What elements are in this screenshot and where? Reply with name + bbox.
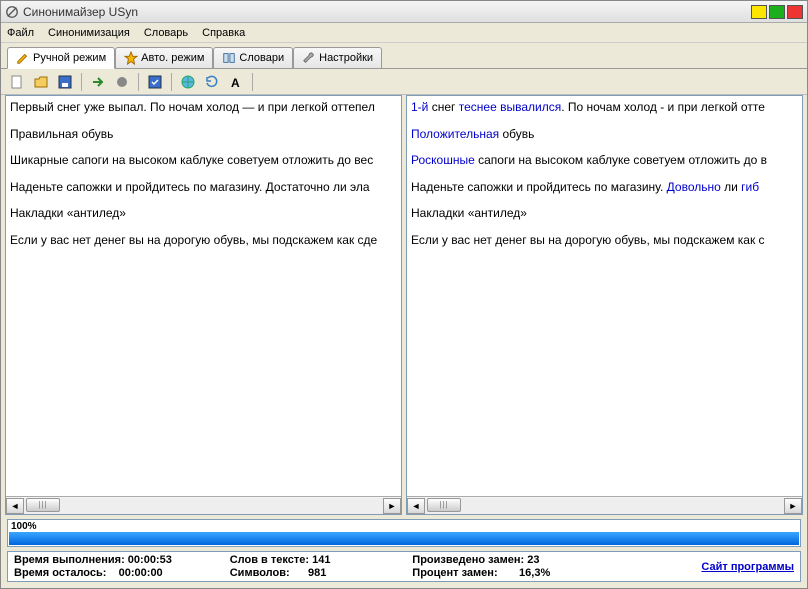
globe-button[interactable] [178, 72, 198, 92]
toolbar-separator [252, 73, 253, 91]
maximize-button[interactable] [769, 5, 785, 19]
minimize-button[interactable] [751, 5, 767, 19]
menubar: Файл Синонимизация Словарь Справка [1, 23, 807, 43]
status-chars: Символов: 981 [230, 567, 413, 579]
result-hscroll[interactable]: ◄ ||| ► [407, 496, 802, 514]
scroll-thumb[interactable]: ||| [26, 498, 60, 512]
font-button[interactable]: A [226, 72, 246, 92]
svg-text:A: A [231, 76, 240, 90]
scroll-track[interactable]: ||| [24, 498, 383, 514]
scroll-right-button[interactable]: ► [784, 498, 802, 514]
synonym[interactable]: Довольно [667, 180, 721, 194]
progress-wrap: 100% [7, 519, 801, 547]
stop-button[interactable] [112, 72, 132, 92]
menu-dict[interactable]: Словарь [144, 27, 188, 39]
progress-bar [9, 532, 799, 545]
star-icon [124, 51, 138, 65]
toolbar-separator [138, 73, 139, 91]
menu-syn[interactable]: Синонимизация [48, 27, 130, 39]
toolbar: A [1, 69, 807, 95]
synonym[interactable]: Положительная [411, 127, 499, 141]
synonym[interactable]: Роскошные [411, 153, 475, 167]
progress-area: 100% [1, 517, 807, 551]
synonym[interactable]: гиб [741, 180, 759, 194]
status-percent: Процент замен: 16,3% [412, 567, 628, 579]
scroll-thumb[interactable]: ||| [427, 498, 461, 512]
window-buttons [751, 5, 803, 19]
wrench-icon [302, 51, 316, 65]
synonym[interactable]: теснее вывалился [459, 100, 561, 114]
tab-manual-label: Ручной режим [33, 52, 106, 64]
tab-settings[interactable]: Настройки [293, 47, 382, 68]
status-box: Время выполнения: 00:00:53 Слов в тексте… [7, 551, 801, 582]
result-para: Роскошные сапоги на высоком каблуке сове… [411, 151, 798, 170]
source-para: Шикарные сапоги на высоком каблуке совет… [10, 151, 397, 170]
tab-dicts-label: Словари [239, 52, 284, 64]
save-button[interactable] [55, 72, 75, 92]
status-remain: Время осталось: 00:00:00 [14, 567, 230, 579]
tab-auto-label: Авто. режим [141, 52, 204, 64]
tabbar: Ручной режим Авто. режим Словари Настрой… [1, 43, 807, 69]
result-para: Положительная обувь [411, 125, 798, 144]
run-button[interactable] [88, 72, 108, 92]
close-button[interactable] [787, 5, 803, 19]
save-result-button[interactable] [145, 72, 165, 92]
source-pane: Первый снег уже выпал. По ночам холод — … [5, 95, 402, 515]
scroll-left-button[interactable]: ◄ [6, 498, 24, 514]
result-para: Накладки «антилед» [411, 204, 798, 223]
open-button[interactable] [31, 72, 51, 92]
source-para: Если у вас нет денег вы на дорогую обувь… [10, 231, 397, 250]
result-pane: 1-й снег теснее вывалился. По ночам холо… [406, 95, 803, 515]
pencil-icon [16, 51, 30, 65]
site-link[interactable]: Сайт программы [628, 561, 794, 573]
menu-help[interactable]: Справка [202, 27, 245, 39]
tab-settings-label: Настройки [319, 52, 373, 64]
scroll-left-button[interactable]: ◄ [407, 498, 425, 514]
result-text[interactable]: 1-й снег теснее вывалился. По ночам холо… [407, 96, 802, 496]
synonym[interactable]: 1-й [411, 100, 428, 114]
app-window: Синонимайзер USyn Файл Синонимизация Сло… [0, 0, 808, 589]
book-icon [222, 51, 236, 65]
app-icon [5, 5, 19, 19]
source-para: Правильная обувь [10, 125, 397, 144]
source-para: Наденьте сапожки и пройдитесь по магазин… [10, 178, 397, 197]
new-button[interactable] [7, 72, 27, 92]
tab-manual[interactable]: Ручной режим [7, 47, 115, 69]
result-para: 1-й снег теснее вывалился. По ночам холо… [411, 98, 798, 117]
toolbar-separator [81, 73, 82, 91]
menu-file[interactable]: Файл [7, 27, 34, 39]
source-para: Накладки «антилед» [10, 204, 397, 223]
refresh-button[interactable] [202, 72, 222, 92]
status-words: Слов в тексте: 141 [230, 554, 413, 566]
result-para: Если у вас нет денег вы на дорогую обувь… [411, 231, 798, 250]
scroll-right-button[interactable]: ► [383, 498, 401, 514]
window-title: Синонимайзер USyn [23, 5, 751, 19]
progress-label: 100% [9, 521, 799, 532]
source-hscroll[interactable]: ◄ ||| ► [6, 496, 401, 514]
toolbar-separator [171, 73, 172, 91]
scroll-track[interactable]: ||| [425, 498, 784, 514]
status-runtime: Время выполнения: 00:00:53 [14, 554, 230, 566]
titlebar: Синонимайзер USyn [1, 1, 807, 23]
status-replacements: Произведено замен: 23 [412, 554, 628, 566]
source-para: Первый снег уже выпал. По ночам холод — … [10, 98, 397, 117]
tab-auto[interactable]: Авто. режим [115, 47, 213, 68]
tab-dicts[interactable]: Словари [213, 47, 293, 68]
source-text[interactable]: Первый снег уже выпал. По ночам холод — … [6, 96, 401, 496]
workarea: Первый снег уже выпал. По ночам холод — … [1, 95, 807, 517]
result-para: Наденьте сапожки и пройдитесь по магазин… [411, 178, 798, 197]
